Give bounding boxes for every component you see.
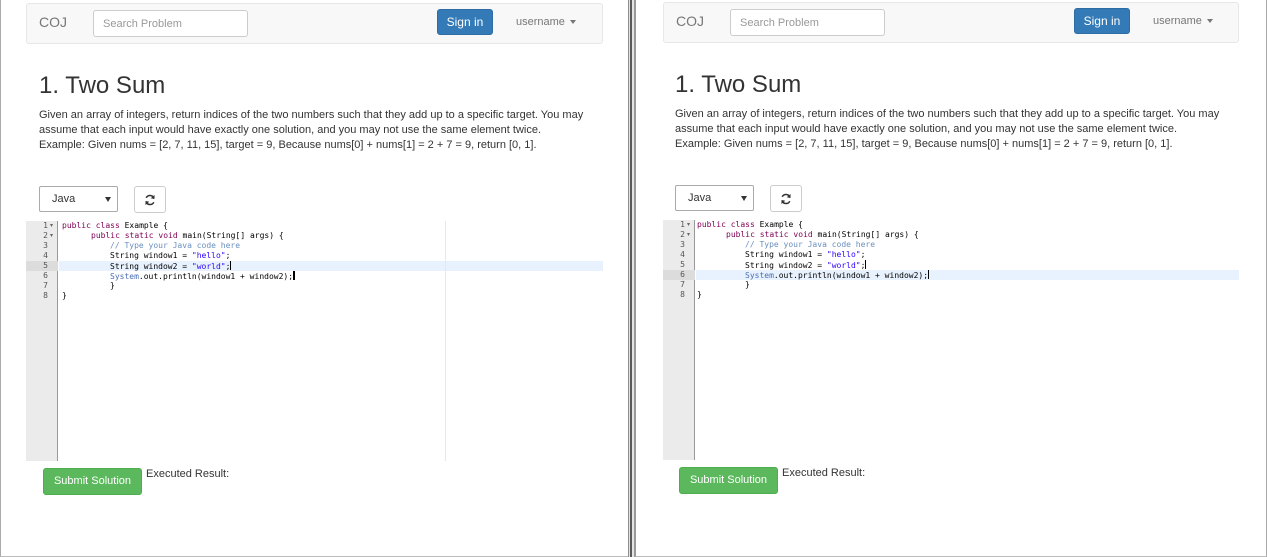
code-token: "hello" [826,250,861,259]
line-number: 8 [43,291,48,300]
code-line-1: public class Example { [697,220,803,230]
line-number: 4 [680,250,685,259]
code-token: "world" [191,262,226,271]
problem-title: 1. Two Sum [675,71,802,98]
print-margin [445,221,446,461]
submit-solution-button[interactable]: Submit Solution [679,467,778,494]
code-token: System [745,271,774,280]
fold-toggle-icon[interactable]: ▾ [50,231,53,241]
line-number: 3 [680,240,685,249]
brand-logo[interactable]: COJ [676,13,704,29]
refresh-icon [145,194,155,206]
text-cursor [230,261,232,270]
brand-logo[interactable]: COJ [39,14,67,30]
code-token: ; [860,250,866,259]
code-line-8: } [62,291,67,300]
code-line-7: } [110,281,115,290]
line-number: 8 [680,290,685,299]
code-line-6: System.out.println(window1 + window2); [745,270,930,281]
problem-description: Given an array of integers, return indic… [675,108,1220,150]
username-dropdown[interactable]: username [516,16,576,28]
code-token: .out.println(window1 + window2); [773,271,929,280]
caret-down-icon [569,20,576,25]
right-browser-window: COJ Sign in username 1. Two Sum Given an… [635,0,1267,557]
line-number: 3 [43,241,48,250]
language-select[interactable]: Java [675,185,754,211]
search-input[interactable] [730,9,885,36]
code-line-4: String window1 = "hello"; [745,250,865,260]
code-token: public static void [91,231,178,240]
dropdown-arrow-icon [105,197,111,202]
code-line-1: public class Example { [62,221,168,231]
line-number: 2 [43,231,48,240]
line-number: 6 [43,271,48,280]
refresh-icon [781,193,791,205]
username-label: username [1153,15,1202,27]
problem-title: 1. Two Sum [39,72,166,99]
text-cursor [865,260,867,269]
navbar: COJ Sign in username [26,3,603,44]
code-token: public static void [726,230,813,239]
line-number: 4 [43,251,48,260]
problem-description: Given an array of integers, return indic… [39,109,584,151]
line-number: 7 [680,280,685,289]
window-split-divider[interactable] [628,0,635,557]
code-token: Example { [119,221,168,230]
code-token: main(String[] args) { [177,231,284,240]
fold-toggle-icon[interactable]: ▾ [687,230,690,240]
username-dropdown[interactable]: username [1153,15,1213,27]
code-editor[interactable]: 1 2 3 4 5 6 7 8 ▾ ▾ public class Example… [26,221,603,461]
code-line-6: System.out.println(window1 + window2); [110,271,296,282]
language-value: Java [688,192,712,204]
code-token: System [110,272,139,281]
reset-code-button[interactable] [134,186,166,213]
code-token: String window2 = [745,261,827,270]
code-token: String window2 = [110,262,192,271]
fold-toggle-icon[interactable]: ▾ [50,221,53,231]
code-token: Example { [754,220,803,229]
submit-solution-button[interactable]: Submit Solution [43,468,142,495]
code-editor[interactable]: 1 2 3 4 5 6 7 8 ▾ ▾ public class Example… [663,220,1239,460]
code-line-8: } [697,290,702,299]
code-token: public class [697,220,755,229]
code-line-4: String window1 = "hello"; [110,251,230,261]
executed-result-label: Executed Result: [146,468,230,480]
dropdown-arrow-icon [741,196,747,201]
line-number: 6 [680,270,685,279]
text-cursor [928,270,930,279]
code-token: public class [62,221,120,230]
line-number: 2 [680,230,685,239]
code-token: ; [225,251,231,260]
caret-down-icon [1206,19,1213,24]
sign-in-button[interactable]: Sign in [437,9,493,35]
line-number: 7 [43,281,48,290]
line-number: 5 [43,261,48,270]
line-number: 1 [680,220,685,229]
left-browser-window: COJ Sign in username 1. Two Sum Given an… [0,0,628,557]
code-line-3: // Type your Java code here [745,240,876,249]
code-token: String window1 = [745,250,827,259]
code-line-7: } [745,280,750,289]
line-number: 1 [43,221,48,230]
search-input[interactable] [93,10,248,37]
navbar: COJ Sign in username [663,2,1239,43]
sign-in-button[interactable]: Sign in [1074,8,1130,34]
username-label: username [516,16,565,28]
language-select[interactable]: Java [39,186,118,212]
line-number: 5 [680,260,685,269]
code-line-3: // Type your Java code here [110,241,241,250]
code-token: "world" [826,261,861,270]
reset-code-button[interactable] [770,185,802,212]
code-line-2: public static void main(String[] args) { [91,231,284,241]
language-value: Java [52,193,76,205]
code-token: "hello" [191,251,226,260]
code-token: .out.println(window1 + window2); [138,272,294,281]
text-cursor [293,271,296,280]
fold-toggle-icon[interactable]: ▾ [687,220,690,230]
executed-result-label: Executed Result: [782,467,866,479]
code-line-2: public static void main(String[] args) { [726,230,919,240]
code-token: String window1 = [110,251,192,260]
code-token: main(String[] args) { [812,230,919,239]
